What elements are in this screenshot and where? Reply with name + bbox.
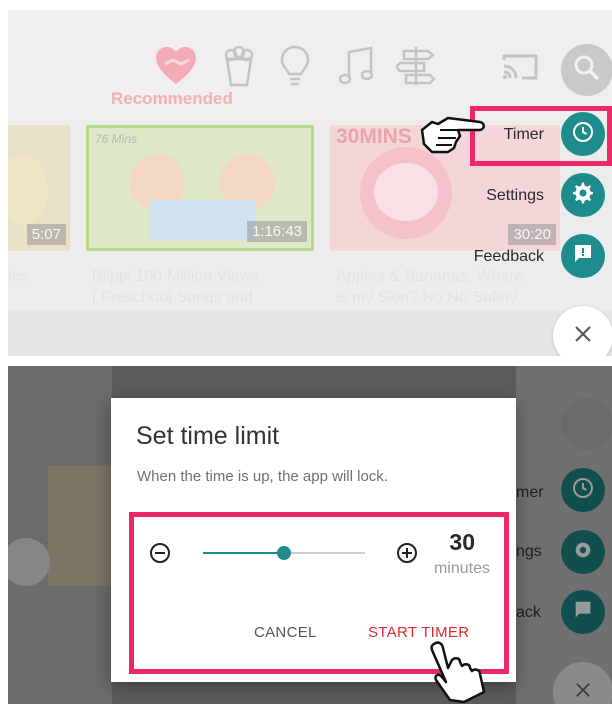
bottom-strip [8,310,612,356]
clock-icon [571,476,595,505]
video-duration: 5:07 [26,224,66,245]
settings-label: Settings [486,187,544,204]
music-note-icon[interactable] [334,44,378,88]
dimmed-video-thumbnail [48,466,112,586]
active-category-label: Recommended [111,89,233,108]
video-duration: 1:16:43 [246,221,307,242]
video-title[interactable]: Blippi 100 Million Views | Preschool Son… [92,266,322,308]
search-button[interactable] [561,44,612,96]
dim-feedback-button [561,590,605,634]
dim-search-button [561,398,612,450]
settings-button[interactable] [561,173,605,217]
video-duration: 30:20 [508,224,556,245]
pointing-hand-icon [424,640,490,704]
heart-icon[interactable] [154,44,198,88]
close-icon [574,325,592,348]
pointing-hand-icon [418,108,492,163]
dim-timer-button [561,468,605,512]
gear-icon [571,181,595,210]
signpost-icon[interactable] [394,44,438,88]
dim-settings-button [561,530,605,574]
video-tag: 76 Mins [95,132,138,146]
feedback-icon [572,599,594,626]
video-title[interactable]: Apples & Bananas, Where is my Skin? No N… [336,266,566,308]
clock-icon [571,120,595,149]
dialog-subtitle: When the time is up, the app will lock. [137,468,388,485]
dim-feedback-label: ack [516,604,541,621]
dim-settings-label: ngs [516,543,542,560]
feedback-label: Feedback [473,248,544,265]
lightbulb-icon[interactable] [273,44,317,88]
video-title[interactable]: ies [8,266,68,287]
gear-icon [572,539,594,566]
popcorn-icon[interactable] [217,44,261,88]
video-tag: 30MINS [336,125,412,148]
timer-dialog-panel: mer ngs ack Set time limit When the time… [8,366,612,704]
cast-icon[interactable] [500,52,540,82]
category-bar: Recommended [8,10,612,120]
close-menu-button[interactable] [553,306,612,356]
timer-button[interactable] [561,112,605,156]
dialog-title: Set time limit [136,422,280,450]
kids-home-screen-panel: Recommended 5:07 ies 76 Mins 1:16:43 Bli… [8,10,612,356]
search-icon [572,53,602,88]
dim-timer-label: mer [516,484,544,501]
video-thumbnail[interactable]: 76 Mins 1:16:43 [86,125,314,251]
close-icon [575,682,591,703]
feedback-icon [571,242,595,271]
panel-divider [0,356,612,366]
video-thumbnail[interactable]: 5:07 [8,125,70,251]
feedback-button[interactable] [561,234,605,278]
